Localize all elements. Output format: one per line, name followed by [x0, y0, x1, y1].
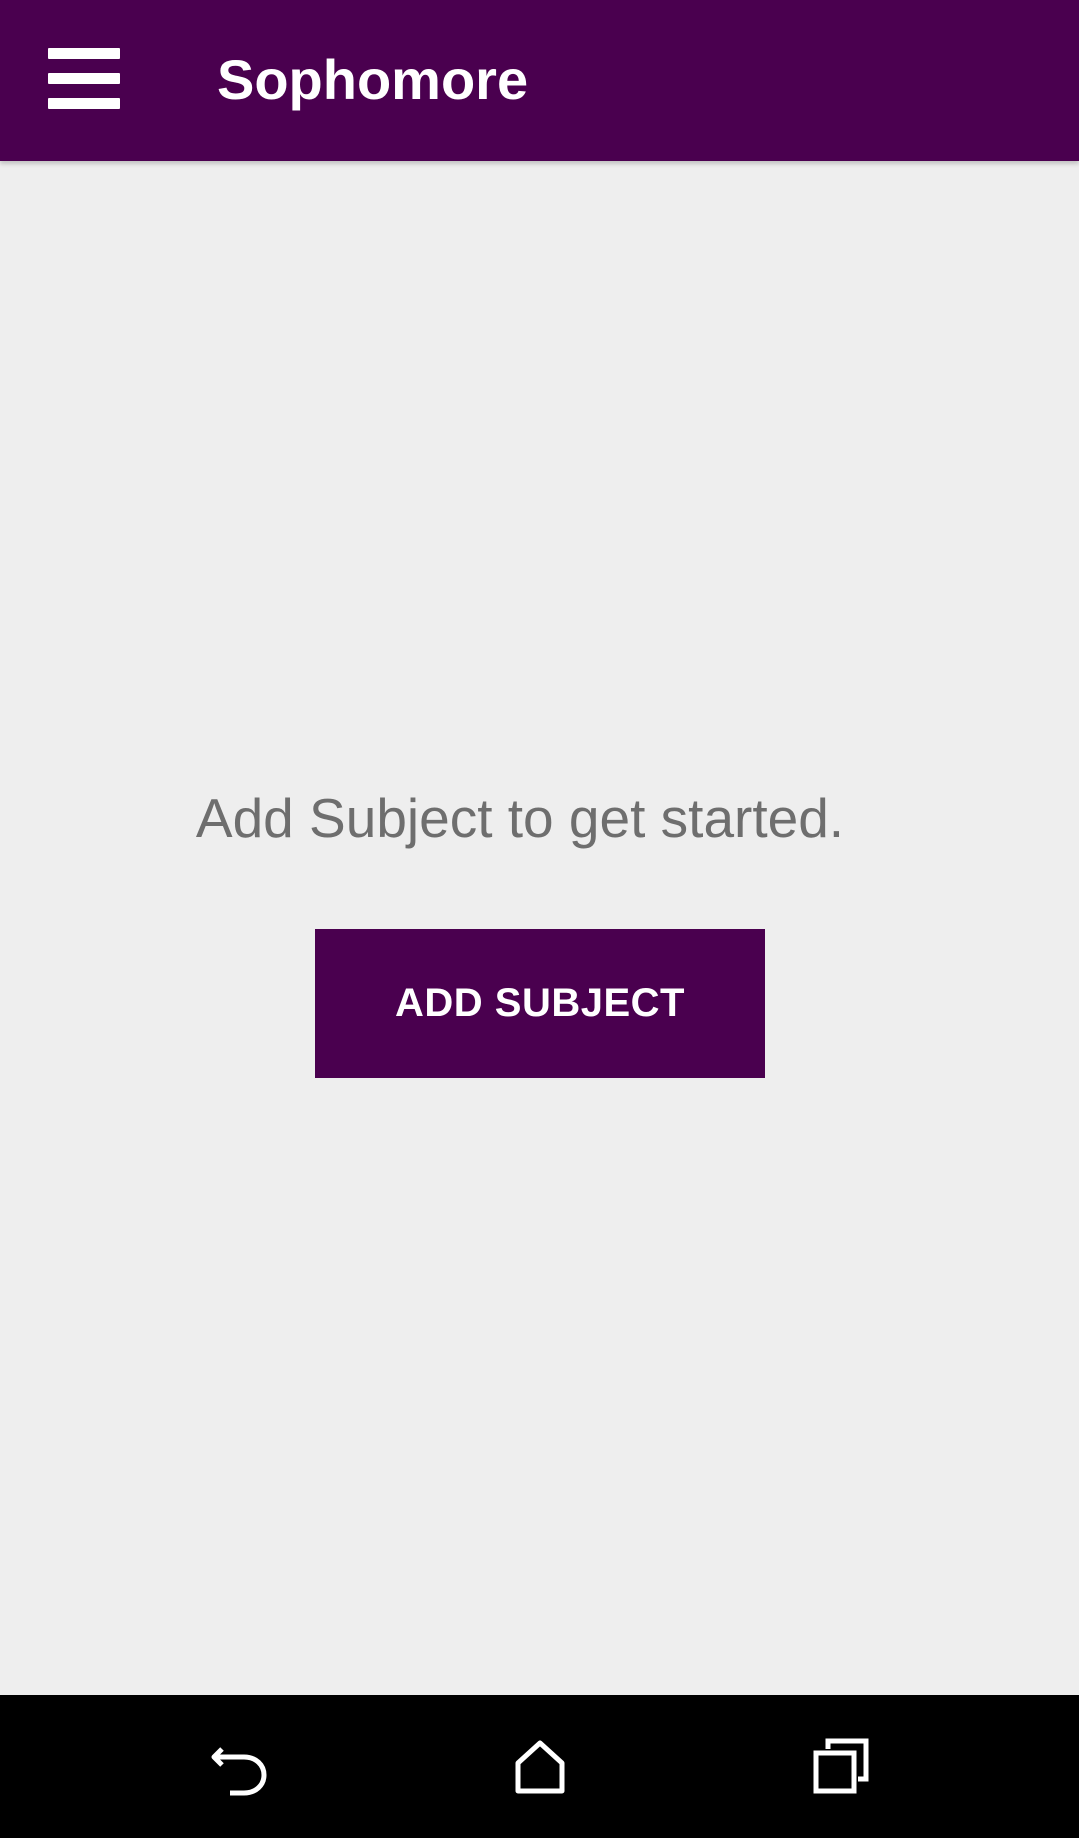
add-subject-button[interactable]: ADD SUBJECT: [315, 929, 765, 1078]
system-nav-bar: [0, 1695, 1079, 1838]
back-icon: [211, 1747, 267, 1796]
nav-recents-button[interactable]: [790, 1717, 890, 1817]
app-bar: Sophomore: [0, 0, 1079, 161]
recents-icon: [813, 1738, 869, 1794]
menu-button[interactable]: [34, 34, 134, 124]
home-icon: [515, 1740, 565, 1794]
nav-back-button[interactable]: [190, 1717, 290, 1817]
empty-state-message: Add Subject to get started.: [195, 787, 845, 849]
page-title: Sophomore: [217, 48, 529, 111]
nav-home-button[interactable]: [490, 1717, 590, 1817]
main-content: Add Subject to get started. ADD SUBJECT: [0, 161, 1079, 1695]
